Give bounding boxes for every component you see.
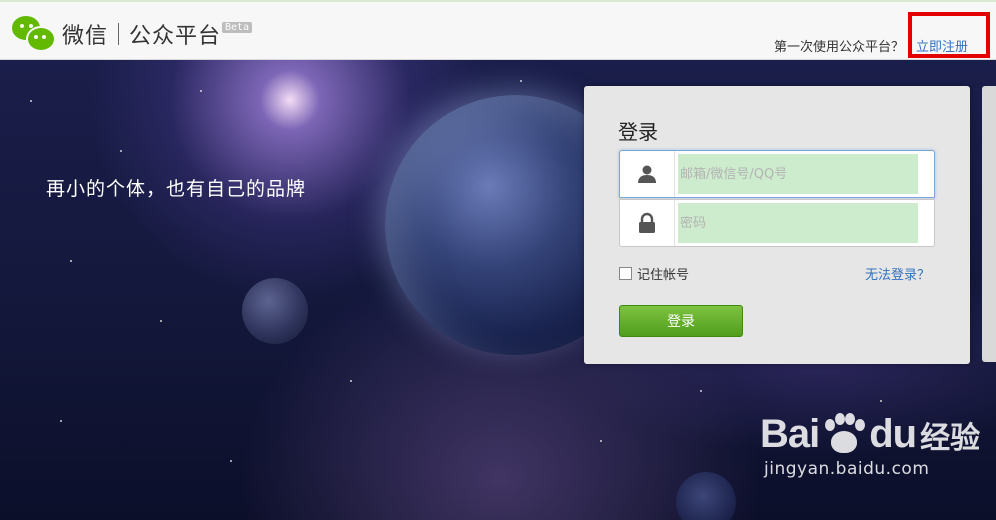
wechat-logo-icon — [10, 14, 56, 54]
login-title: 登录 — [618, 120, 658, 144]
register-link[interactable]: 立即注册 — [916, 36, 968, 55]
watermark-url: jingyan.baidu.com — [764, 459, 930, 479]
side-panel-edge — [982, 86, 996, 362]
login-panel: 登录 记住帐号 无法登录？ 登录 — [584, 86, 970, 364]
login-button[interactable]: 登录 — [619, 305, 743, 337]
lock-icon — [620, 200, 675, 246]
baidu-watermark: Bai du 经验 jingyan.baidu.com — [760, 412, 996, 502]
username-input[interactable] — [678, 154, 918, 194]
moon-image — [242, 278, 308, 344]
paw-icon — [821, 412, 867, 457]
beta-badge: Beta — [222, 22, 253, 33]
cant-login-link[interactable]: 无法登录？ — [865, 264, 930, 283]
platform-name: 公众平台 — [129, 24, 222, 49]
remember-label: 记住帐号 — [637, 268, 690, 283]
top-header: 微信 公众平台 Beta 第一次使用公众平台？ 立即注册 — [0, 0, 996, 60]
brand-divider — [118, 23, 120, 45]
logo[interactable]: 微信 公众平台 — [10, 14, 221, 54]
watermark-brand-right: du — [869, 412, 917, 456]
first-time-hint: 第一次使用公众平台？ — [774, 40, 905, 55]
username-field[interactable] — [619, 150, 935, 198]
watermark-brand-left: Bai — [760, 412, 820, 456]
remember-checkbox[interactable] — [619, 267, 632, 280]
small-moon-image — [676, 472, 736, 520]
password-input[interactable] — [678, 203, 918, 243]
slogan: 再小的个体，也有自己的品牌 — [46, 178, 307, 200]
password-field[interactable] — [619, 199, 935, 247]
brand-name: 微信 — [62, 24, 109, 49]
remember-account[interactable]: 记住帐号 — [619, 264, 689, 283]
watermark-brand-cn: 经验 — [920, 420, 981, 456]
register-highlight-box: 立即注册 — [908, 12, 990, 58]
user-icon — [620, 151, 675, 197]
